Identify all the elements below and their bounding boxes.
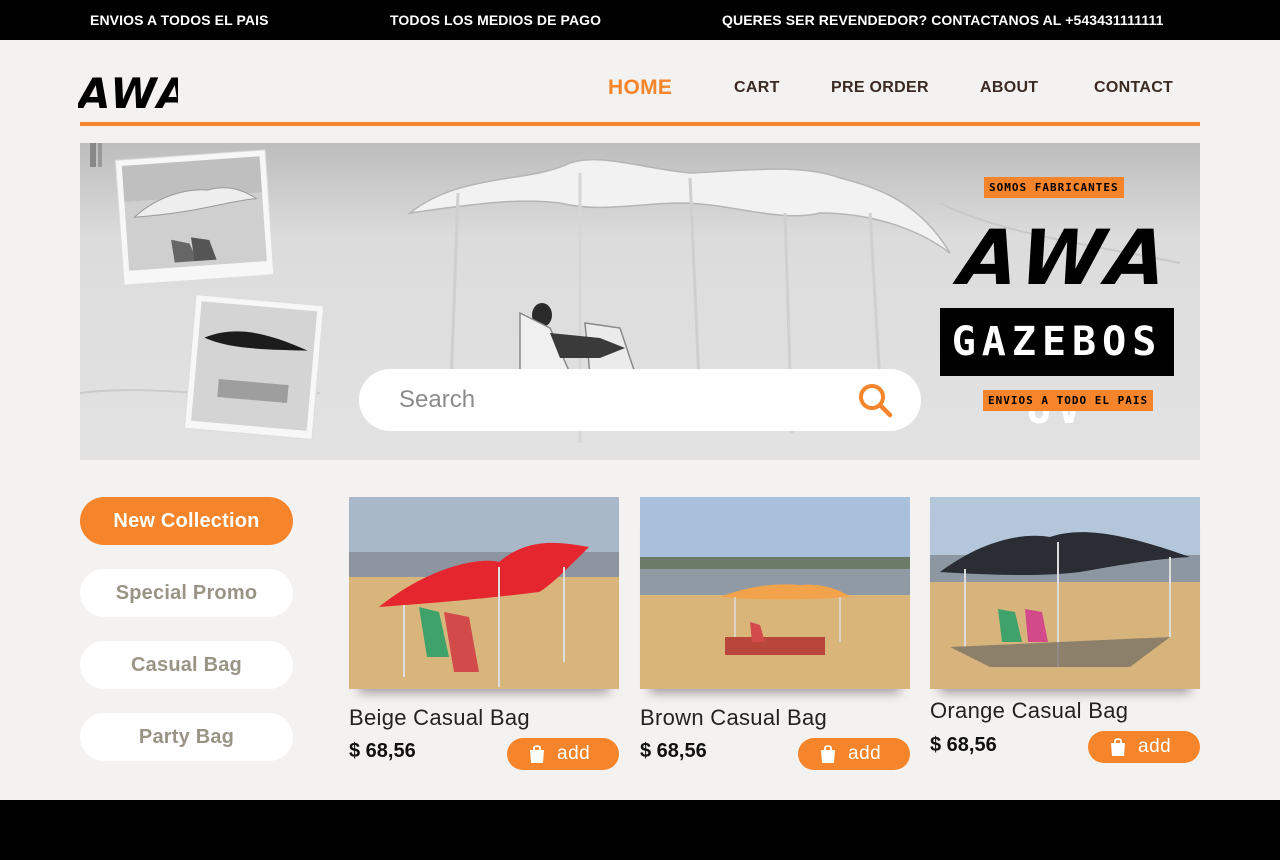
header-divider [80,122,1200,126]
add-label: add [1138,736,1172,757]
product-line-title: GAZEBOS UV [940,308,1174,433]
add-to-cart-button[interactable]: add [507,738,619,770]
hero-brand-title: AWA [955,213,1178,302]
hero-banner: SOMOS FABRICANTES AWA GAZEBOS UV ENVIOS … [80,143,1200,460]
search-icon[interactable] [855,380,897,422]
product-price: $ 68,56 [349,740,416,762]
shopping-bag-icon [530,745,544,763]
category-new-collection[interactable]: New Collection [80,497,293,545]
category-party-bag[interactable]: Party Bag [80,713,293,761]
product-title[interactable]: Orange Casual Bag [930,698,1128,724]
page-body: AWA HOME CART PRE ORDER ABOUT CONTACT [0,40,1280,800]
nav-home[interactable]: HOME [608,76,672,100]
add-to-cart-button[interactable]: add [1088,731,1200,763]
manufacturer-tag: SOMOS FABRICANTES [984,177,1124,198]
add-label: add [848,743,882,764]
shopping-bag-icon [1111,738,1125,756]
product-image[interactable] [930,497,1200,689]
product-title[interactable]: Brown Casual Bag [640,705,827,731]
product-image[interactable] [349,497,619,689]
category-casual-bag[interactable]: Casual Bag [80,641,293,689]
reseller-notice: QUERES SER REVENDEDOR? CONTACTANOS AL +5… [722,12,1164,28]
add-label: add [557,743,591,764]
logo-text: AWA [78,69,178,116]
search-input[interactable] [399,382,839,418]
search-bar [359,369,921,431]
nav-pre-order[interactable]: PRE ORDER [831,79,929,97]
payment-notice: TODOS LOS MEDIOS DE PAGO [390,12,602,28]
awa-logo[interactable]: AWA [78,66,178,116]
product-image[interactable] [640,497,910,689]
product-price: $ 68,56 [930,734,997,756]
product-price: $ 68,56 [640,740,707,762]
announcement-bar: ENVIOS A TODOS EL PAIS TODOS LOS MEDIOS … [0,0,1280,40]
nav-contact[interactable]: CONTACT [1094,79,1173,97]
shipping-notice: ENVIOS A TODOS EL PAIS [90,12,269,28]
shopping-bag-icon [821,745,835,763]
nav-cart[interactable]: CART [734,79,780,97]
nav-about[interactable]: ABOUT [980,79,1038,97]
shipping-tag: ENVIOS A TODO EL PAIS [983,390,1154,411]
category-special-promo[interactable]: Special Promo [80,569,293,617]
product-title[interactable]: Beige Casual Bag [349,705,530,731]
add-to-cart-button[interactable]: add [798,738,910,770]
